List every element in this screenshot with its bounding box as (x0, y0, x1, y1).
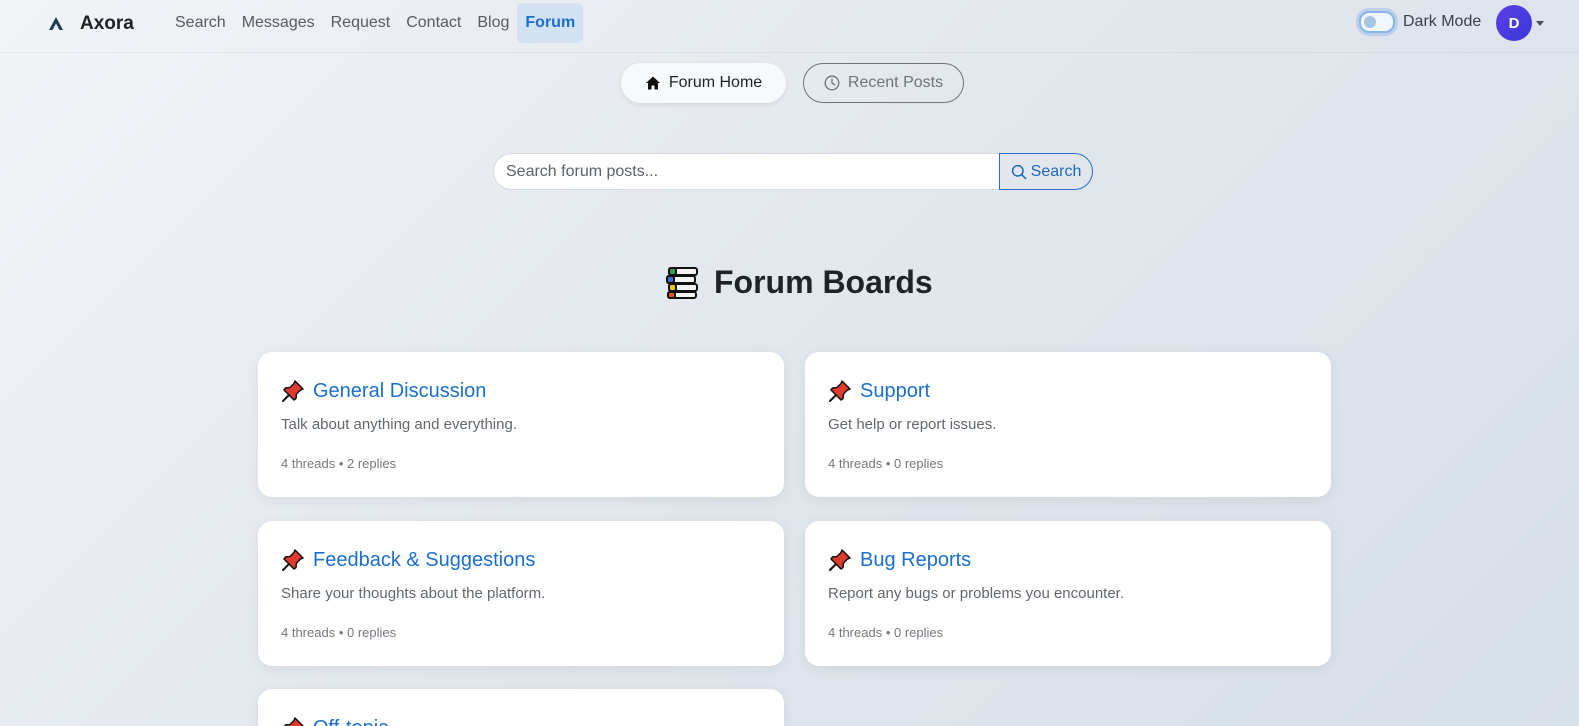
board-stats: 4 threads • 0 replies (281, 625, 397, 640)
recent-posts-button[interactable]: Recent Posts (803, 63, 964, 103)
books-icon (666, 267, 698, 299)
board-card[interactable]: Support Get help or report issues. 4 thr… (805, 352, 1331, 497)
nav-link-request[interactable]: Request (323, 3, 399, 43)
main-nav: Search Messages Request Contact Blog For… (167, 3, 584, 43)
dark-mode-switch: Dark Mode (1359, 11, 1481, 33)
axora-logo-icon (46, 14, 66, 34)
pushpin-icon (283, 717, 304, 726)
board-header: Bug Reports (828, 548, 971, 572)
nav-link-messages[interactable]: Messages (234, 3, 323, 43)
avatar[interactable]: D (1496, 5, 1532, 41)
user-menu[interactable]: D (1496, 5, 1544, 41)
board-title-link[interactable]: Off-topic (313, 717, 388, 726)
board-card[interactable]: Off-topic (258, 689, 784, 726)
board-description: Report any bugs or problems you encounte… (828, 585, 1125, 602)
toggle-knob (1364, 16, 1376, 28)
board-header: Off-topic (281, 716, 388, 726)
nav-link-forum[interactable]: Forum (517, 3, 584, 43)
board-description: Talk about anything and everything. (281, 416, 517, 433)
search-button[interactable]: Search (999, 153, 1093, 190)
pushpin-icon (282, 380, 304, 402)
dark-mode-toggle[interactable] (1359, 11, 1395, 33)
dark-mode-label[interactable]: Dark Mode (1403, 13, 1481, 31)
board-header: General Discussion (281, 379, 486, 403)
brand-name: Axora (80, 13, 134, 34)
board-description: Get help or report issues. (828, 416, 997, 433)
board-title-link[interactable]: Feedback & Suggestions (313, 549, 535, 572)
search-input[interactable] (493, 153, 999, 190)
magnifier-icon (1011, 164, 1027, 179)
board-description: Share your thoughts about the platform. (281, 585, 546, 602)
board-card[interactable]: Feedback & Suggestions Share your though… (258, 521, 784, 666)
forum-home-label: Forum Home (668, 74, 763, 91)
board-card[interactable]: Bug Reports Report any bugs or problems … (805, 521, 1331, 666)
board-stats: 4 threads • 2 replies (281, 456, 397, 471)
search-button-label: Search (1030, 162, 1082, 180)
brand-link[interactable]: Axora (46, 11, 134, 37)
forum-home-button[interactable]: Forum Home (621, 63, 786, 103)
nav-link-search[interactable]: Search (167, 3, 234, 43)
page-title-text: Forum Boards (714, 263, 933, 300)
forum-search: Search (493, 153, 1093, 190)
clock-icon (824, 75, 840, 91)
chevron-down-icon[interactable] (1536, 20, 1544, 26)
pushpin-icon (282, 549, 304, 571)
board-title-link[interactable]: General Discussion (313, 380, 486, 403)
pushpin-icon (829, 380, 851, 402)
board-header: Support (828, 379, 930, 403)
pushpin-icon (829, 549, 851, 571)
board-stats: 4 threads • 0 replies (828, 625, 944, 640)
nav-link-blog[interactable]: Blog (469, 3, 517, 43)
board-header: Feedback & Suggestions (281, 548, 535, 572)
board-stats: 4 threads • 0 replies (828, 456, 944, 471)
board-card[interactable]: General Discussion Talk about anything a… (258, 352, 784, 497)
nav-link-contact[interactable]: Contact (398, 3, 469, 43)
board-title-link[interactable]: Bug Reports (860, 549, 971, 572)
house-icon (645, 76, 660, 90)
recent-posts-label: Recent Posts (847, 74, 944, 91)
board-title-link[interactable]: Support (860, 380, 930, 403)
page-title: Forum Boards (666, 262, 933, 302)
top-navbar: Axora Search Messages Request Contact Bl… (0, 0, 1579, 53)
